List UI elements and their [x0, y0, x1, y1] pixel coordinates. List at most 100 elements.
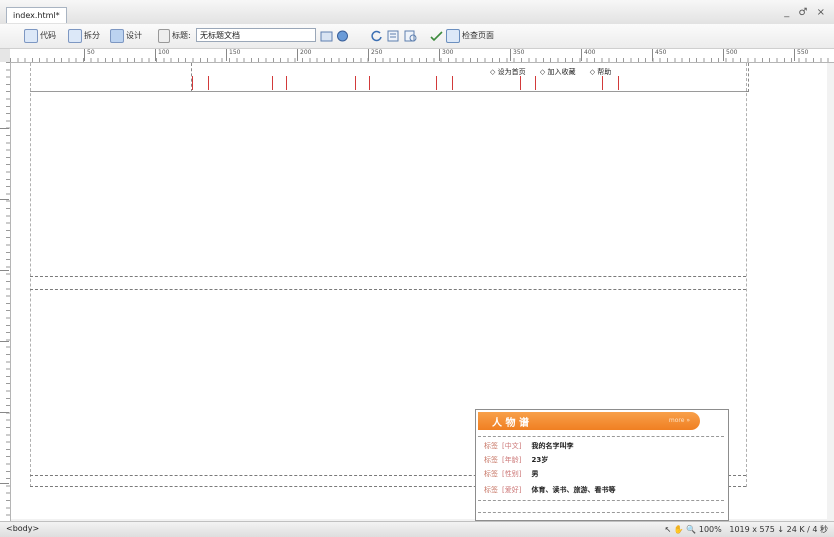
design-view-button[interactable]: 设计 [110, 28, 142, 44]
window-controls[interactable]: _ ♂ × [784, 7, 828, 18]
header-container[interactable] [191, 63, 749, 92]
check-page-button[interactable]: 检查页面 [446, 28, 494, 44]
ruler-major-tick [581, 49, 582, 61]
ruler-label: 100 [158, 49, 170, 56]
check-page-label: 检查页面 [462, 31, 494, 40]
design-view-label: 设计 [126, 31, 142, 40]
code-view-label: 代码 [40, 31, 56, 40]
list-item: 标签 [性别] 男 [484, 469, 538, 479]
list-item: 标签 [年龄] 23岁 [484, 455, 548, 465]
tag-selector[interactable]: <body> [6, 524, 39, 533]
validate-icon[interactable] [430, 30, 443, 42]
menu-item-marker [272, 76, 273, 90]
check-page-icon [446, 29, 460, 43]
ruler-major-tick [84, 49, 85, 61]
menu-item-marker [208, 76, 209, 90]
row-tag: [性别] [502, 470, 522, 478]
ruler-major-tick [297, 49, 298, 61]
row-kind: 标签 [484, 442, 498, 450]
ruler-label: 450 [655, 49, 667, 56]
zoom-tool-icon[interactable]: 🔍 [686, 525, 696, 534]
row-value: 体育、读书、旅游、看书等 [531, 486, 616, 494]
header-bottom-rule [30, 91, 746, 92]
ruler-label: 400 [584, 49, 596, 56]
select-tool-icon[interactable]: ↖ [665, 525, 672, 534]
vertical-ruler[interactable] [0, 62, 11, 522]
row-value: 男 [531, 470, 539, 478]
document-tab-bar: index.html* _ ♂ × [0, 0, 834, 25]
split-view-button[interactable]: 拆分 [68, 28, 100, 44]
page-right-edge [746, 63, 747, 487]
window-size-readout[interactable]: 1019 x 575 ↓ 24 K / 4 秒 [729, 525, 828, 534]
view-options-icon[interactable] [387, 30, 400, 42]
file-management-icon[interactable] [320, 30, 333, 42]
widget-more-link[interactable]: more » [669, 417, 690, 424]
preview-browser-icon[interactable] [336, 30, 349, 42]
document-toolbar: 代码 拆分 设计 标题: 无标题文档 检查页面 [0, 24, 834, 49]
page-title-input[interactable]: 无标题文档 [196, 28, 316, 42]
nav-link-help[interactable]: ◇ 帮助 [590, 68, 618, 76]
horizontal-ruler[interactable]: 50 100 150 200 250 300 350 400 450 500 5… [10, 49, 834, 63]
ruler-major-tick [652, 49, 653, 61]
code-icon [24, 29, 38, 43]
widget-row-separator [478, 500, 724, 501]
row-tag: [中文] [502, 442, 522, 450]
row-kind: 标签 [484, 456, 498, 464]
vruler-major-tick [0, 341, 9, 342]
vruler-major-tick [0, 270, 9, 271]
menu-item-marker [369, 76, 370, 90]
ruler-major-tick [155, 49, 156, 61]
menu-item-marker [452, 76, 453, 90]
ruler-label: 350 [513, 49, 525, 56]
document-tab[interactable]: index.html* [6, 7, 67, 23]
content-section-divider-2 [30, 289, 746, 290]
title-label-text: 标题: [172, 31, 191, 40]
row-tag: [爱好] [502, 486, 522, 494]
status-bar: <body> ↖ ✋ 🔍 100% 1019 x 575 ↓ 24 K / 4 … [0, 521, 834, 537]
ruler-major-tick [510, 49, 511, 61]
menu-item-marker [286, 76, 287, 90]
ruler-label: 200 [300, 49, 312, 56]
list-item: 标签 [爱好] 体育、读书、旅游、看书等 [484, 485, 615, 495]
vruler-major-tick [0, 412, 9, 413]
menu-item-marker [355, 76, 356, 90]
title-label: 标题: [158, 28, 191, 44]
ruler-label: 300 [442, 49, 454, 56]
ruler-label: 500 [726, 49, 738, 56]
split-view-label: 拆分 [84, 31, 100, 40]
profile-widget[interactable]: 人 物 谱 more » 标签 [中文] 我的名字叫李 标签 [年龄] 23岁 标签 [性… [475, 409, 729, 521]
menu-item-marker [520, 76, 521, 90]
status-right: ↖ ✋ 🔍 100% 1019 x 575 ↓ 24 K / 4 秒 [665, 524, 828, 535]
ruler-label: 50 [87, 49, 95, 56]
code-view-button[interactable]: 代码 [24, 28, 56, 44]
nav-link-favorite[interactable]: ◇ 加入收藏 [540, 68, 582, 76]
ruler-major-tick [368, 49, 369, 61]
top-nav-links: ◇ 设为首页 ◇ 加入收藏 ◇ 帮助 [490, 67, 623, 77]
row-tag: [年龄] [502, 456, 522, 464]
split-icon [68, 29, 82, 43]
menu-item-marker [602, 76, 603, 90]
vruler-major-tick [0, 128, 9, 129]
refresh-icon[interactable] [370, 30, 383, 42]
visual-aids-icon[interactable] [404, 30, 417, 42]
ruler-label: 150 [229, 49, 241, 56]
row-value: 我的名字叫李 [531, 442, 574, 450]
ruler-major-tick [723, 49, 724, 61]
content-section-divider [30, 276, 746, 277]
row-kind: 标签 [484, 486, 498, 494]
ruler-major-tick [794, 49, 795, 61]
vruler-major-tick [0, 483, 9, 484]
ruler-label: 550 [797, 49, 809, 56]
zoom-level[interactable]: 100% [699, 525, 722, 534]
nav-link-home[interactable]: ◇ 设为首页 [490, 68, 532, 76]
widget-header: 人 物 谱 more » [478, 412, 700, 430]
widget-row-separator [478, 436, 724, 437]
widget-title: 人 物 谱 [492, 418, 529, 429]
ruler-major-tick [439, 49, 440, 61]
hand-tool-icon[interactable]: ✋ [674, 525, 684, 534]
widget-row-separator [478, 512, 724, 513]
list-item: 标签 [中文] 我的名字叫李 [484, 441, 573, 451]
vruler-major-tick [0, 199, 9, 200]
ruler-major-tick [226, 49, 227, 61]
design-icon [110, 29, 124, 43]
